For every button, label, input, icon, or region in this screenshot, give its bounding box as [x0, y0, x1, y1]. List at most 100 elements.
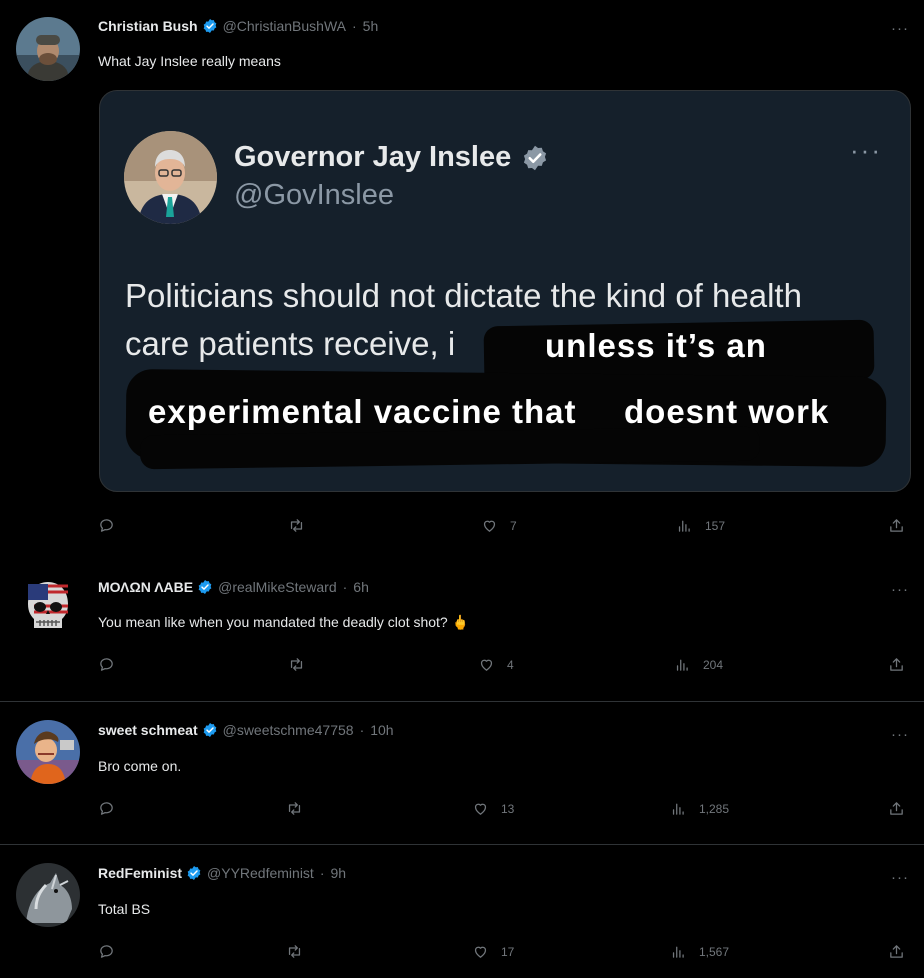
share-icon	[888, 800, 905, 817]
tweet-sweet-schmeat[interactable]: sweet schmeat @sweetschme47758 · 10h ···…	[0, 702, 924, 844]
share-icon	[888, 517, 905, 534]
tweet-actions: 4 204	[98, 656, 914, 676]
verified-icon	[202, 18, 218, 34]
reply-button[interactable]	[98, 943, 127, 960]
embed-text-line-1: Politicians should not dictate the kind …	[125, 277, 802, 314]
retweet-button[interactable]	[286, 943, 315, 960]
author-handle[interactable]: @YYRedfeminist	[207, 865, 314, 881]
timestamp[interactable]: 10h	[370, 722, 393, 738]
embed-author-name-text: Governor Jay Inslee	[234, 141, 512, 173]
view-count: 204	[703, 657, 724, 672]
timestamp[interactable]: 5h	[363, 18, 379, 34]
author-handle[interactable]: @sweetschme47758	[223, 722, 354, 738]
author-name[interactable]: RedFeminist	[98, 865, 182, 881]
more-icon[interactable]: ···	[890, 870, 910, 887]
tweet-actions: 13 1,285	[98, 800, 914, 820]
verified-icon	[197, 579, 213, 595]
views-button[interactable]: 1,285	[670, 800, 729, 817]
author-handle[interactable]: @realMikeSteward	[218, 579, 336, 595]
retweet-button[interactable]	[288, 656, 317, 673]
author-name[interactable]: ΜΟΛΩΝ ΛΑΒΕ	[98, 579, 193, 595]
avatar-image	[16, 863, 80, 927]
share-button[interactable]	[888, 517, 905, 534]
reply-icon	[98, 517, 115, 534]
avatar-image	[16, 720, 80, 784]
like-button[interactable]: 4	[478, 656, 514, 673]
tweet-actions: 17 1,567	[98, 943, 914, 963]
reply-icon	[98, 943, 115, 960]
tweet-header: sweet schmeat @sweetschme47758 · 10h	[98, 722, 394, 738]
reply-icon	[98, 656, 115, 673]
more-icon[interactable]: ···	[890, 727, 910, 744]
embed-avatar	[124, 131, 217, 224]
tweet-text: Bro come on.	[98, 758, 182, 774]
embed-text-line-2: care patients receive, i	[125, 325, 456, 362]
retweet-icon	[288, 517, 305, 534]
more-icon[interactable]: ···	[890, 582, 910, 599]
tweet-actions: 7 157	[98, 517, 914, 537]
retweet-icon	[288, 656, 305, 673]
reply-button[interactable]	[98, 656, 127, 673]
tweet-text: What Jay Inslee really means	[98, 53, 281, 69]
views-icon	[670, 800, 687, 817]
verified-icon	[202, 722, 218, 738]
like-count: 13	[501, 801, 515, 816]
timestamp[interactable]: 9h	[331, 865, 347, 881]
separator-dot: ·	[319, 865, 325, 881]
tweet-text: Total BS	[98, 901, 151, 917]
like-button[interactable]: 13	[472, 800, 514, 817]
avatar[interactable]	[16, 720, 80, 784]
tweet-christian-bush[interactable]: Christian Bush @ChristianBushWA · 5h ···…	[0, 0, 924, 560]
embed-author-handle: @GovInslee	[234, 179, 395, 211]
author-name[interactable]: Christian Bush	[98, 18, 198, 34]
tweet-header: ΜΟΛΩΝ ΛΑΒΕ @realMikeSteward · 6h	[98, 579, 369, 595]
like-button[interactable]: 7	[481, 517, 517, 534]
author-name[interactable]: sweet schmeat	[98, 722, 198, 738]
reply-button[interactable]	[98, 800, 127, 817]
separator-dot: ·	[351, 18, 357, 34]
like-count: 17	[501, 944, 515, 959]
views-icon	[670, 943, 687, 960]
share-icon	[888, 943, 905, 960]
like-icon	[472, 800, 489, 817]
reply-button[interactable]	[98, 517, 127, 534]
views-button[interactable]: 1,567	[670, 943, 729, 960]
avatar[interactable]	[16, 17, 80, 81]
views-icon	[674, 656, 691, 673]
like-button[interactable]: 17	[472, 943, 514, 960]
tweet-redfeminist[interactable]: RedFeminist @YYRedfeminist · 9h ··· Tota…	[0, 845, 924, 978]
overlay-text-2: experimental vaccine that	[148, 393, 577, 430]
embed-more-icon: ···	[850, 135, 882, 165]
like-icon	[478, 656, 495, 673]
overlay-text-1: unless it’s an	[545, 327, 767, 364]
views-button[interactable]: 157	[676, 517, 725, 534]
embed-verified-icon	[521, 144, 549, 172]
attached-image[interactable]: Governor Jay Inslee @GovInslee ··· Polit…	[99, 90, 911, 492]
overlay-text-3: doesnt work	[624, 393, 830, 430]
verified-icon	[186, 865, 202, 881]
like-icon	[472, 943, 489, 960]
separator-dot: ·	[342, 579, 348, 595]
more-icon[interactable]: ···	[890, 21, 910, 38]
tweet-header: Christian Bush @ChristianBushWA · 5h	[98, 18, 378, 34]
author-handle[interactable]: @ChristianBushWA	[223, 18, 346, 34]
share-button[interactable]	[888, 943, 905, 960]
share-icon	[888, 656, 905, 673]
avatar-image	[16, 576, 80, 640]
share-button[interactable]	[888, 656, 905, 673]
timestamp[interactable]: 6h	[353, 579, 369, 595]
like-count: 4	[507, 657, 514, 672]
tweet-molon-labe[interactable]: ΜΟΛΩΝ ΛΑΒΕ @realMikeSteward · 6h ··· You…	[0, 560, 924, 701]
retweet-icon	[286, 943, 303, 960]
like-count: 7	[510, 518, 517, 533]
views-button[interactable]: 204	[674, 656, 723, 673]
retweet-button[interactable]	[288, 517, 317, 534]
avatar[interactable]	[16, 863, 80, 927]
avatar[interactable]	[16, 576, 80, 640]
share-button[interactable]	[888, 800, 905, 817]
view-count: 1,285	[699, 801, 730, 816]
view-count: 1,567	[699, 944, 730, 959]
retweet-icon	[286, 800, 303, 817]
retweet-button[interactable]	[286, 800, 315, 817]
tweet-header: RedFeminist @YYRedfeminist · 9h	[98, 865, 346, 881]
